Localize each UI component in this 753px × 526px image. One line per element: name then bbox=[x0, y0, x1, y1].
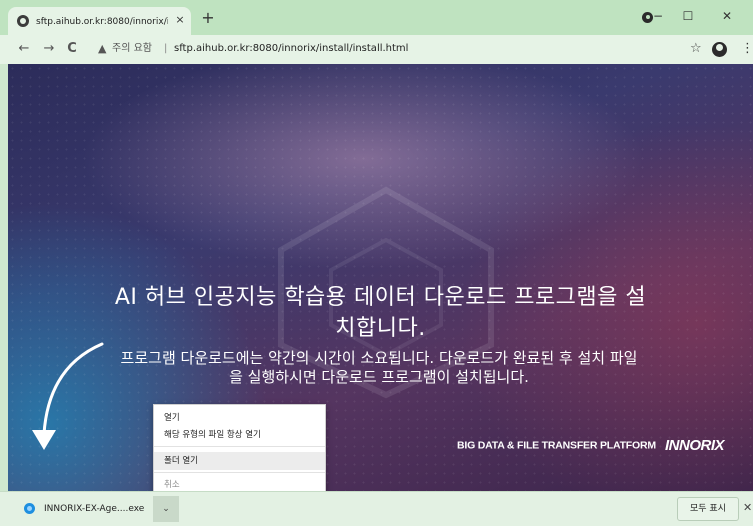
tab-strip: sftp.aihub.or.kr:8080/innorix/inst × + −… bbox=[0, 0, 753, 35]
download-context-menu: 열기 해당 유형의 파일 항상 열기 폴더 열기 취소 bbox=[153, 404, 326, 497]
menu-item-always-open[interactable]: 해당 유형의 파일 항상 열기 bbox=[154, 426, 325, 444]
page-content: AI 허브 인공지능 학습용 데이터 다운로드 프로그램을 설치합니다. 프로그… bbox=[8, 64, 753, 491]
forward-button[interactable]: → bbox=[41, 41, 57, 57]
download-file-icon[interactable] bbox=[24, 503, 35, 514]
url-text[interactable]: sftp.aihub.or.kr:8080/innorix/install/in… bbox=[174, 42, 408, 56]
tab-title: sftp.aihub.or.kr:8080/innorix/inst bbox=[36, 17, 168, 27]
menu-item-open-folder[interactable]: 폴더 열기 bbox=[154, 452, 325, 470]
brand-logo: BIG DATA & FILE TRANSFER PLATFORM INNORI… bbox=[457, 435, 725, 454]
brand-tagline: BIG DATA & FILE TRANSFER PLATFORM bbox=[457, 439, 656, 452]
new-tab-button[interactable]: + bbox=[198, 9, 218, 27]
menu-divider bbox=[154, 446, 325, 447]
warning-icon[interactable]: ▲ bbox=[98, 42, 106, 56]
menu-divider bbox=[154, 472, 325, 473]
back-button[interactable]: ← bbox=[16, 41, 32, 57]
minimize-button[interactable]: − bbox=[644, 6, 672, 26]
tab-close-icon[interactable]: × bbox=[173, 13, 187, 27]
shelf-close-icon[interactable]: ✕ bbox=[743, 500, 752, 516]
window-close-button[interactable]: ✕ bbox=[713, 6, 741, 26]
bookmark-star-icon[interactable]: ☆ bbox=[690, 42, 702, 56]
menu-item-open[interactable]: 열기 bbox=[154, 409, 325, 427]
browser-toolbar: ← → C ▲ 주의 요함 | sftp.aihub.or.kr:8080/in… bbox=[0, 35, 753, 64]
profile-avatar-icon[interactable] bbox=[712, 42, 727, 57]
site-favicon-icon bbox=[17, 15, 29, 27]
browser-tab[interactable]: sftp.aihub.or.kr:8080/innorix/inst × bbox=[8, 7, 191, 35]
page-headline: AI 허브 인공지능 학습용 데이터 다운로드 프로그램을 설치합니다. bbox=[114, 285, 647, 341]
browser-menu-icon[interactable]: ⋮ bbox=[741, 41, 753, 57]
reload-button[interactable]: C bbox=[64, 41, 80, 57]
download-filename[interactable]: INNORIX-EX-Age....exe bbox=[44, 502, 144, 516]
download-arrow-icon bbox=[32, 342, 104, 450]
security-status[interactable]: 주의 요함 bbox=[112, 42, 152, 56]
page-description: 프로그램 다운로드에는 약간의 시간이 소요됩니다. 다운로드가 완료된 후 설… bbox=[120, 349, 638, 386]
address-bar[interactable]: ▲ 주의 요함 | sftp.aihub.or.kr:8080/innorix/… bbox=[86, 38, 686, 60]
maximize-button[interactable]: ☐ bbox=[674, 6, 702, 26]
show-all-button[interactable]: 모두 표시 bbox=[677, 497, 739, 521]
download-options-chevron-icon[interactable]: ⌄ bbox=[153, 496, 179, 522]
innorix-logo: INNORIX bbox=[665, 437, 725, 454]
address-separator: | bbox=[164, 43, 168, 54]
download-shelf: INNORIX-EX-Age....exe ⌄ 모두 표시 ✕ bbox=[0, 491, 753, 526]
